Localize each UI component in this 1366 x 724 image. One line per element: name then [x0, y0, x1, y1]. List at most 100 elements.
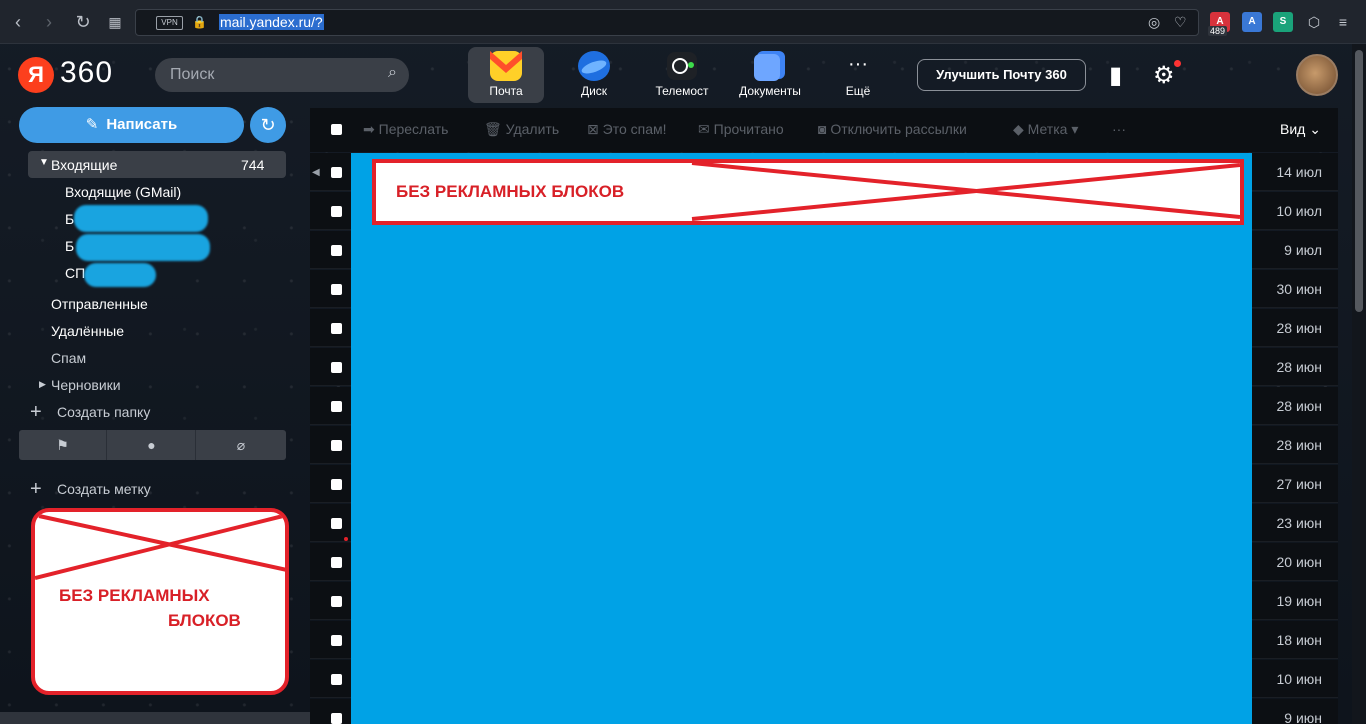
search-input[interactable]: Поиск ⌕: [155, 58, 409, 92]
message-date: 27 июн: [1276, 476, 1322, 492]
refresh-button[interactable]: ↻: [250, 107, 286, 143]
translate-extension-icon[interactable]: A: [1242, 12, 1262, 32]
forward-icon: ➡: [363, 121, 379, 137]
browser-toolbar: ‹ › ↻ ▦ VPN 🔒 mail.yandex.ru/? ◎ ♡ A 489…: [0, 0, 1366, 44]
message-checkbox[interactable]: [331, 167, 342, 178]
avatar[interactable]: [1296, 54, 1338, 96]
app-telemost[interactable]: Телемост: [644, 47, 720, 103]
spam-icon: ⊠: [587, 121, 603, 137]
folder-subfolder-3[interactable]: СП: [65, 265, 85, 281]
envelope-open-icon: ✉: [698, 121, 714, 137]
ad-placeholder-top: БЕЗ РЕКЛАМНЫХ БЛОКОВ: [372, 159, 1244, 225]
folder-drafts[interactable]: Черновики: [51, 377, 121, 393]
collapse-triangle-icon[interactable]: ▼: [39, 157, 49, 168]
attachment-icon[interactable]: ⌀: [197, 430, 285, 460]
pencil-icon: ✎: [85, 116, 99, 133]
folder-inbox-gmail[interactable]: Входящие (GMail): [65, 184, 181, 200]
cube-extension-icon[interactable]: ⬡: [1304, 12, 1324, 32]
message-date: 20 июн: [1276, 554, 1322, 570]
message-checkbox[interactable]: [331, 323, 342, 334]
message-date: 28 июн: [1276, 320, 1322, 336]
app-mail-label: Почта: [489, 84, 523, 98]
label-button[interactable]: ◆ Метка ▾: [1013, 121, 1078, 138]
message-checkbox[interactable]: [331, 518, 342, 529]
spam-label: Это спам!: [602, 121, 667, 137]
label-label: Метка: [1027, 121, 1068, 137]
address-bar[interactable]: VPN 🔒 mail.yandex.ru/? ◎ ♡: [135, 9, 1199, 36]
plus-icon[interactable]: +: [30, 401, 42, 424]
search-icon[interactable]: ⌕: [388, 64, 397, 82]
forward-button[interactable]: ➡ Переслать: [363, 121, 448, 138]
mail-icon: [490, 51, 522, 81]
reload-icon[interactable]: ↻: [72, 11, 94, 33]
compose-button[interactable]: ✎ Написать: [19, 107, 244, 143]
spam-button[interactable]: ⊠ Это спам!: [587, 121, 667, 138]
s-extension-icon[interactable]: S: [1273, 12, 1293, 32]
message-date: 9 июн: [1284, 710, 1322, 724]
redaction-mark: [74, 205, 208, 232]
message-checkbox[interactable]: [331, 713, 342, 724]
message-date: 10 июн: [1276, 671, 1322, 687]
mark-read-button[interactable]: ✉ Прочитано: [698, 121, 784, 138]
flag-icon[interactable]: ⚑: [19, 430, 107, 460]
message-checkbox[interactable]: [331, 401, 342, 412]
message-checkbox[interactable]: [331, 674, 342, 685]
folder-subfolder-2[interactable]: Б: [65, 238, 74, 254]
upgrade-button[interactable]: Улучшить Почту 360: [917, 59, 1086, 91]
forward-icon[interactable]: ›: [38, 11, 60, 33]
message-checkbox[interactable]: [331, 440, 342, 451]
scrollbar-thumb[interactable]: [1355, 50, 1363, 312]
message-checkbox[interactable]: [331, 479, 342, 490]
logo-ya: Я: [18, 57, 54, 93]
lock-icon[interactable]: 🔒: [192, 15, 207, 29]
app-disk[interactable]: Диск: [556, 47, 632, 103]
more-button[interactable]: ···: [1112, 121, 1126, 137]
gear-icon[interactable]: ⚙: [1153, 61, 1175, 90]
message-checkbox[interactable]: [331, 206, 342, 217]
unread-dot-icon[interactable]: ●: [108, 430, 196, 460]
menu-icon[interactable]: ≡: [1333, 12, 1353, 32]
message-checkbox[interactable]: [331, 635, 342, 646]
ad-text: БЕЗ РЕКЛАМНЫХ БЛОКОВ: [396, 182, 625, 201]
camera-icon[interactable]: ◎: [1148, 14, 1160, 31]
folder-sent[interactable]: Отправленные: [51, 296, 148, 312]
message-checkbox[interactable]: [331, 557, 342, 568]
create-label-link[interactable]: Создать метку: [57, 481, 151, 497]
favorite-icon[interactable]: ♡: [1174, 14, 1187, 31]
phone-vibrate-icon[interactable]: ▮: [1109, 61, 1122, 90]
plus-icon[interactable]: +: [30, 478, 42, 501]
message-checkbox[interactable]: [331, 596, 342, 607]
app-more[interactable]: ··· Ещё: [820, 47, 896, 103]
url-text[interactable]: mail.yandex.ru/?: [219, 14, 324, 30]
app-telemost-label: Телемост: [655, 84, 709, 98]
message-date: 28 июн: [1276, 437, 1322, 453]
forward-label: Переслать: [378, 121, 449, 137]
notification-dot: [1174, 60, 1181, 67]
message-checkbox[interactable]: [331, 245, 342, 256]
message-date: 10 июл: [1276, 203, 1322, 219]
unsubscribe-button[interactable]: ◙ Отключить рассылки: [818, 121, 967, 137]
select-all-checkbox[interactable]: [331, 124, 342, 135]
create-folder-link[interactable]: Создать папку: [57, 404, 150, 420]
app-documents[interactable]: Документы: [732, 47, 808, 103]
redacted-message-area: [351, 153, 1252, 724]
logo-360: 360: [60, 56, 114, 89]
unsubscribe-icon: ◙: [818, 121, 831, 137]
vpn-badge[interactable]: VPN: [156, 16, 183, 30]
redaction-mark: [76, 234, 210, 261]
back-icon[interactable]: ‹: [7, 11, 29, 33]
tabs-grid-icon[interactable]: ▦: [104, 11, 126, 33]
folder-spam[interactable]: Спам: [51, 350, 86, 366]
delete-button[interactable]: 🗑 Удалить: [484, 121, 559, 138]
view-dropdown[interactable]: Вид ⌄: [1280, 121, 1321, 138]
app-mail[interactable]: Почта: [468, 47, 544, 103]
folder-deleted[interactable]: Удалённые: [51, 323, 124, 339]
app-documents-label: Документы: [739, 84, 801, 98]
message-checkbox[interactable]: [331, 284, 342, 295]
view-label: Вид: [1280, 121, 1306, 137]
compose-label: Написать: [106, 116, 178, 133]
message-checkbox[interactable]: [331, 362, 342, 373]
folder-subfolder-1[interactable]: Б: [65, 211, 74, 227]
expand-triangle-icon[interactable]: ▶: [39, 379, 46, 390]
message-date: 23 июн: [1276, 515, 1322, 531]
